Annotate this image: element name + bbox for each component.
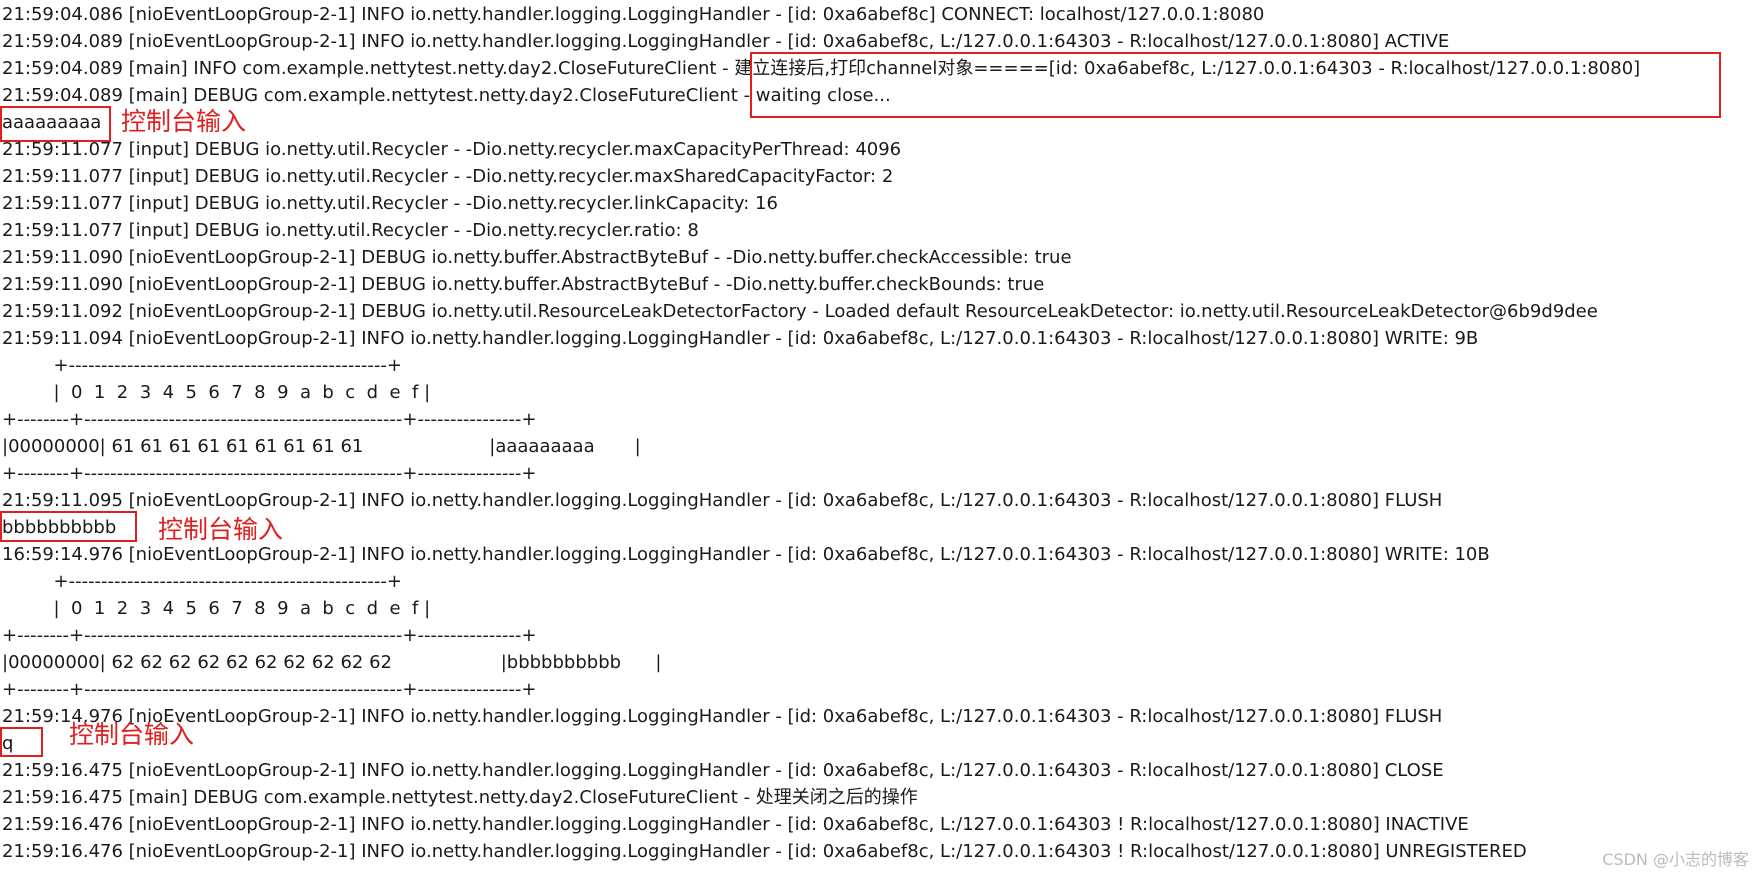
console-input-annotation: 控制台输入 <box>158 515 284 544</box>
log-line: 21:59:16.475 [main] DEBUG com.example.ne… <box>2 787 918 808</box>
input-highlight-box <box>0 727 43 757</box>
log-line: 21:59:16.476 [nioEventLoopGroup-2-1] INF… <box>2 841 1527 862</box>
hexdump-line: |00000000| 61 61 61 61 61 61 61 61 61 |a… <box>2 436 641 457</box>
log-line: 21:59:11.077 [input] DEBUG io.netty.util… <box>2 193 778 214</box>
log-line: 21:59:11.090 [nioEventLoopGroup-2-1] DEB… <box>2 274 1045 295</box>
log-line: 21:59:11.077 [input] DEBUG io.netty.util… <box>2 220 699 241</box>
log-line: 21:59:04.089 [nioEventLoopGroup-2-1] INF… <box>2 31 1450 52</box>
log-line: 21:59:16.476 [nioEventLoopGroup-2-1] INF… <box>2 814 1469 835</box>
log-line: 21:59:16.475 [nioEventLoopGroup-2-1] INF… <box>2 760 1444 781</box>
log-line: 21:59:11.077 [input] DEBUG io.netty.util… <box>2 166 894 187</box>
hexdump-line: |00000000| 62 62 62 62 62 62 62 62 62 62… <box>2 652 662 673</box>
log-line: 21:59:04.086 [nioEventLoopGroup-2-1] INF… <box>2 4 1265 25</box>
hexdump-line: +---------------------------------------… <box>2 571 402 592</box>
log-line: 21:59:11.094 [nioEventLoopGroup-2-1] INF… <box>2 328 1479 349</box>
log-line: 21:59:11.077 [input] DEBUG io.netty.util… <box>2 139 902 160</box>
hexdump-line: +---------------------------------------… <box>2 355 402 376</box>
watermark: CSDN @小志的博客 <box>1602 850 1749 869</box>
hexdump-line: | 0 1 2 3 4 5 6 7 8 9 a b c d e f | <box>2 598 431 619</box>
hexdump-line: +--------+------------------------------… <box>2 625 537 646</box>
hexdump-line: +--------+------------------------------… <box>2 409 537 430</box>
channel-info-highlight-box <box>750 52 1721 118</box>
input-highlight-box <box>0 511 137 542</box>
log-line: 21:59:11.090 [nioEventLoopGroup-2-1] DEB… <box>2 247 1072 268</box>
input-highlight-box <box>0 106 111 142</box>
console-input-annotation: 控制台输入 <box>121 107 247 136</box>
console-input-annotation: 控制台输入 <box>69 720 195 749</box>
hexdump-line: +--------+------------------------------… <box>2 679 537 700</box>
log-line: 21:59:11.095 [nioEventLoopGroup-2-1] INF… <box>2 490 1443 511</box>
log-line: 16:59:14.976 [nioEventLoopGroup-2-1] INF… <box>2 544 1490 565</box>
hexdump-line: +--------+------------------------------… <box>2 463 537 484</box>
log-line: 21:59:14.976 [nioEventLoopGroup-2-1] INF… <box>2 706 1443 727</box>
log-line: 21:59:11.092 [nioEventLoopGroup-2-1] DEB… <box>2 301 1598 322</box>
console-output: 21:59:04.086 [nioEventLoopGroup-2-1] INF… <box>0 0 1761 874</box>
hexdump-line: | 0 1 2 3 4 5 6 7 8 9 a b c d e f | <box>2 382 431 403</box>
